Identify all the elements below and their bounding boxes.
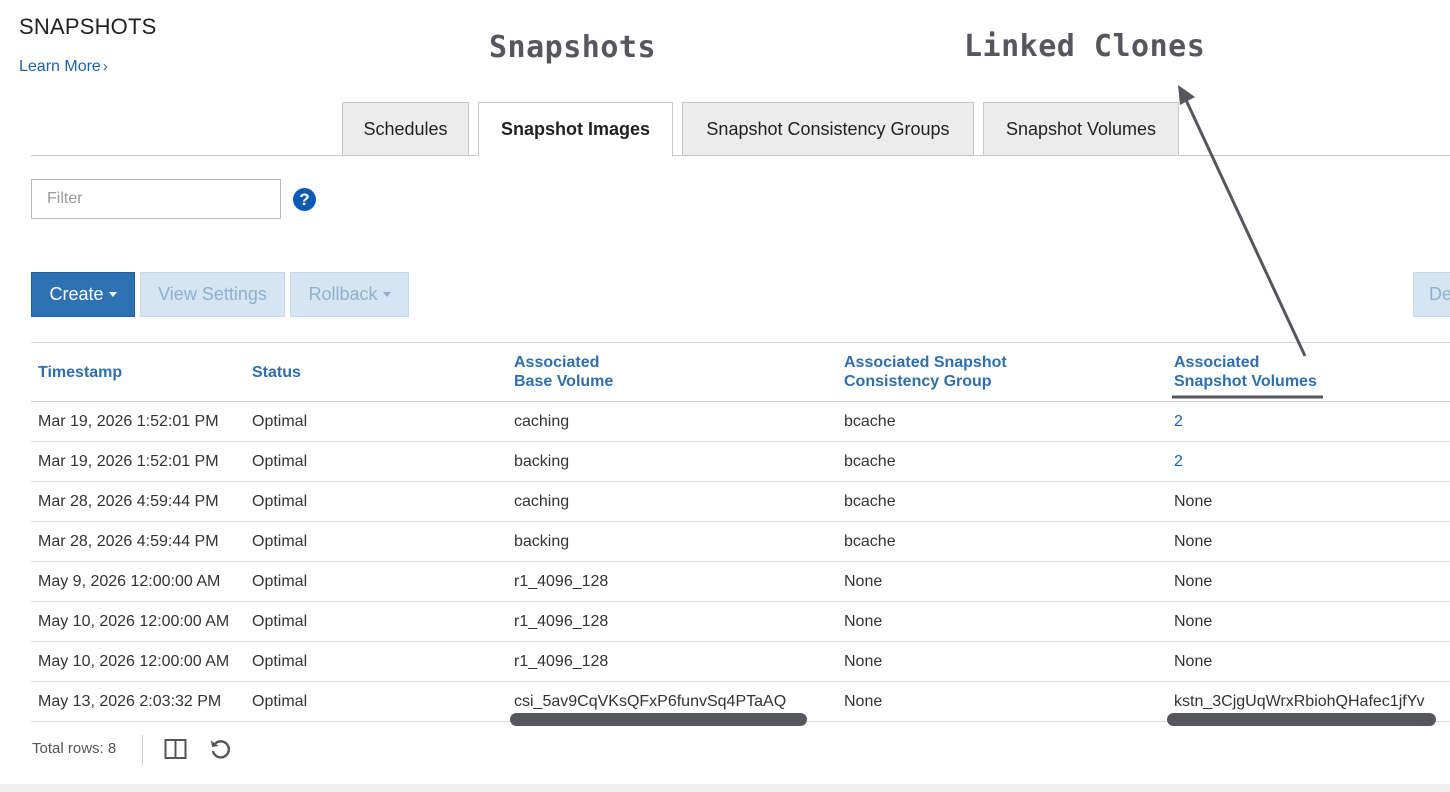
header-line: Status (252, 364, 301, 381)
status-cell: Optimal (252, 573, 308, 590)
consistency-group-cell: None (844, 613, 883, 630)
table-row[interactable]: May 10, 2026 12:00:00 AM Optimal r1_4096_1… (31, 642, 1450, 682)
table-row[interactable]: Mar 28, 2026 4:59:44 PM Optimal caching bca… (31, 482, 1450, 522)
bottom-band (0, 784, 1450, 792)
consistency-group-cell: None (844, 693, 883, 710)
status-cell: Optimal (252, 653, 308, 670)
timestamp-cell: May 9, 2026 12:00:00 AM (38, 573, 221, 590)
consistency-group-cell: bcache (844, 453, 896, 470)
create-button[interactable]: Create (31, 272, 135, 317)
table-top-border (31, 342, 1450, 343)
total-rows-label: Total rows: 8 (32, 740, 117, 757)
base-volume-cell: r1_4096_128 (514, 573, 609, 590)
table-row[interactable]: Mar 28, 2026 4:59:44 PM Optimal backing bca… (31, 522, 1450, 562)
header-line: Associated Snapshot (844, 354, 1007, 371)
learn-more-link[interactable]: Learn More › (19, 58, 108, 76)
base-volume-cell: backing (514, 533, 570, 550)
filter-input[interactable] (31, 179, 281, 219)
consistency-group-cell: None (844, 573, 883, 590)
table-row[interactable]: Mar 19, 2026 1:52:01 PM Optimal backing bca… (31, 442, 1450, 482)
table-row[interactable]: Mar 19, 2026 1:52:01 PM Optimal caching bca… (31, 402, 1450, 442)
view-settings-button[interactable]: View Settings (140, 272, 285, 317)
tab-snapshot-images[interactable]: Snapshot Images (478, 102, 673, 157)
rollback-button[interactable]: Rollback (290, 272, 409, 317)
timestamp-cell: Mar 28, 2026 4:59:44 PM (38, 493, 219, 510)
status-cell: Optimal (252, 413, 308, 430)
help-icon[interactable]: ? (293, 188, 316, 211)
timestamp-cell: May 10, 2026 12:00:00 AM (38, 613, 230, 630)
base-volume-cell: backing (514, 453, 570, 470)
column-header-timestamp[interactable]: Timestamp (38, 363, 122, 382)
timestamp-cell: May 13, 2026 2:03:32 PM (38, 693, 222, 710)
consistency-group-cell: bcache (844, 413, 896, 430)
header-line: Consistency Group (844, 373, 992, 390)
columns-icon[interactable] (164, 738, 187, 760)
snapshot-volumes-cell: None (1174, 613, 1213, 630)
base-volume-cell: r1_4096_128 (514, 613, 609, 630)
refresh-icon[interactable] (208, 737, 232, 761)
timestamp-cell: Mar 19, 2026 1:52:01 PM (38, 413, 219, 430)
tab-snapshot-consistency-groups[interactable]: Snapshot Consistency Groups (682, 102, 974, 156)
column-header-status[interactable]: Status (252, 363, 301, 382)
header-line: Snapshot Volumes (1174, 373, 1317, 390)
annotation-linked-clones: Linked Clones (964, 29, 1206, 64)
footer-divider (142, 735, 143, 765)
learn-more-label: Learn More (19, 58, 101, 75)
status-cell: Optimal (252, 613, 308, 630)
base-volume-cell: caching (514, 413, 570, 430)
timestamp-cell: Mar 19, 2026 1:52:01 PM (38, 453, 219, 470)
redaction-mark (1167, 713, 1436, 726)
header-line: Associated (1174, 354, 1260, 371)
snapshot-volumes-cell[interactable]: 2 (1174, 442, 1183, 482)
snapshot-volumes-cell: None (1174, 493, 1213, 510)
annotation-snapshots: Snapshots (489, 30, 657, 65)
status-cell: Optimal (252, 493, 308, 510)
header-line: Timestamp (38, 364, 123, 381)
timestamp-cell: Mar 28, 2026 4:59:44 PM (38, 533, 219, 550)
status-cell: Optimal (252, 533, 308, 550)
base-volume-cell: r1_4096_128 (514, 653, 609, 670)
caret-down-icon (108, 292, 117, 297)
base-volume-cell: caching (514, 493, 570, 510)
tab-schedules[interactable]: Schedules (342, 102, 469, 156)
snapshot-volumes-cell: None (1174, 533, 1213, 550)
header-line: Base Volume (514, 373, 614, 390)
tab-snapshot-volumes[interactable]: Snapshot Volumes (983, 102, 1179, 156)
column-header-base-volume[interactable]: Associated Base Volume (514, 353, 613, 391)
snapshot-volumes-cell: None (1174, 573, 1213, 590)
caret-down-icon (382, 292, 391, 297)
snapshot-volumes-cell: None (1174, 653, 1213, 670)
column-header-snapshot-volumes[interactable]: Associated Snapshot Volumes (1174, 353, 1317, 391)
delete-button[interactable]: De (1413, 272, 1450, 317)
page-title: SNAPSHOTS (19, 14, 157, 39)
chevron-right-icon: › (102, 58, 108, 75)
redaction-mark (510, 713, 807, 726)
status-cell: Optimal (252, 693, 308, 710)
rollback-label: Rollback (308, 284, 378, 304)
table-row[interactable]: May 10, 2026 12:00:00 AM Optimal r1_4096_1… (31, 602, 1450, 642)
table-row[interactable]: May 9, 2026 12:00:00 AM Optimal r1_4096_12… (31, 562, 1450, 602)
timestamp-cell: May 10, 2026 12:00:00 AM (38, 653, 230, 670)
consistency-group-cell: bcache (844, 493, 896, 510)
create-label: Create (49, 284, 104, 304)
consistency-group-cell: bcache (844, 533, 896, 550)
column-header-consistency-group[interactable]: Associated Snapshot Consistency Group (844, 353, 1007, 391)
status-cell: Optimal (252, 453, 308, 470)
snapshot-volumes-cell[interactable]: 2 (1174, 402, 1183, 442)
consistency-group-cell: None (844, 653, 883, 670)
header-line: Associated (514, 354, 600, 371)
